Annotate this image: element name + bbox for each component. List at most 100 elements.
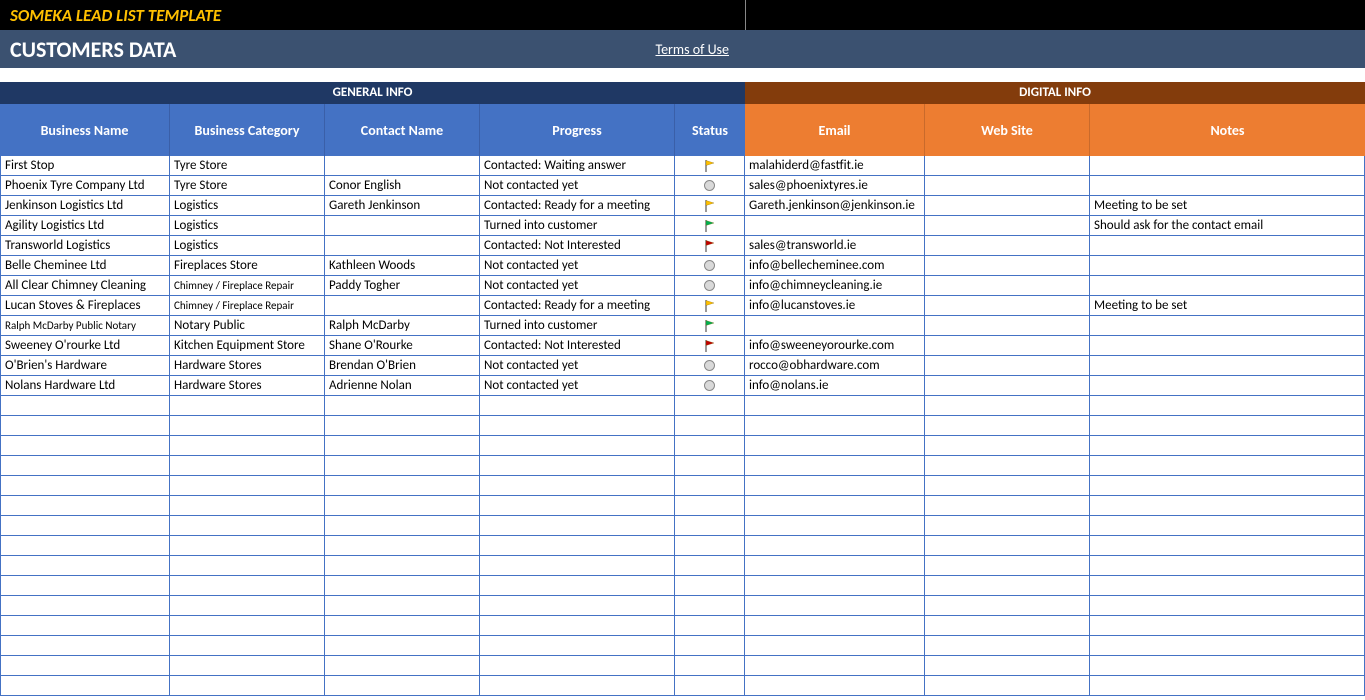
cell-business-name[interactable]: All Clear Chimney Cleaning bbox=[0, 276, 170, 296]
cell-business-name[interactable] bbox=[0, 536, 170, 556]
header-status[interactable]: Status bbox=[675, 104, 745, 156]
cell-progress[interactable] bbox=[480, 416, 675, 436]
cell-email[interactable] bbox=[745, 416, 925, 436]
cell-status[interactable] bbox=[675, 316, 745, 336]
cell-website[interactable] bbox=[925, 576, 1090, 596]
cell-contact-name[interactable]: Gareth Jenkinson bbox=[325, 196, 480, 216]
cell-website[interactable] bbox=[925, 456, 1090, 476]
cell-contact-name[interactable]: Conor English bbox=[325, 176, 480, 196]
cell-website[interactable] bbox=[925, 216, 1090, 236]
cell-status[interactable] bbox=[675, 516, 745, 536]
cell-email[interactable]: rocco@obhardware.com bbox=[745, 356, 925, 376]
cell-business-name[interactable] bbox=[0, 416, 170, 436]
cell-progress[interactable]: Contacted: Ready for a meeting bbox=[480, 296, 675, 316]
cell-notes[interactable] bbox=[1090, 376, 1365, 396]
cell-status[interactable] bbox=[675, 156, 745, 176]
cell-notes[interactable] bbox=[1090, 156, 1365, 176]
cell-contact-name[interactable] bbox=[325, 476, 480, 496]
cell-status[interactable] bbox=[675, 256, 745, 276]
cell-status[interactable] bbox=[675, 616, 745, 636]
cell-progress[interactable]: Not contacted yet bbox=[480, 176, 675, 196]
cell-notes[interactable] bbox=[1090, 496, 1365, 516]
cell-business-name[interactable]: Nolans Hardware Ltd bbox=[0, 376, 170, 396]
table-row[interactable]: Transworld LogisticsLogisticsContacted: … bbox=[0, 236, 1365, 256]
table-row[interactable]: Lucan Stoves & FireplacesChimney / Firep… bbox=[0, 296, 1365, 316]
cell-email[interactable]: info@chimneycleaning.ie bbox=[745, 276, 925, 296]
cell-email[interactable] bbox=[745, 636, 925, 656]
cell-website[interactable] bbox=[925, 376, 1090, 396]
cell-website[interactable] bbox=[925, 596, 1090, 616]
cell-status[interactable] bbox=[675, 376, 745, 396]
cell-business-category[interactable] bbox=[170, 536, 325, 556]
table-row[interactable]: First StopTyre StoreContacted: Waiting a… bbox=[0, 156, 1365, 176]
cell-email[interactable] bbox=[745, 516, 925, 536]
cell-progress[interactable] bbox=[480, 456, 675, 476]
cell-business-category[interactable] bbox=[170, 396, 325, 416]
cell-business-category[interactable] bbox=[170, 596, 325, 616]
cell-business-name[interactable]: Transworld Logistics bbox=[0, 236, 170, 256]
cell-notes[interactable] bbox=[1090, 316, 1365, 336]
cell-contact-name[interactable] bbox=[325, 536, 480, 556]
cell-status[interactable] bbox=[675, 496, 745, 516]
cell-business-name[interactable]: Agility Logistics Ltd bbox=[0, 216, 170, 236]
cell-progress[interactable] bbox=[480, 676, 675, 696]
cell-status[interactable] bbox=[675, 476, 745, 496]
cell-email[interactable]: sales@transworld.ie bbox=[745, 236, 925, 256]
cell-website[interactable] bbox=[925, 276, 1090, 296]
cell-business-category[interactable] bbox=[170, 416, 325, 436]
cell-business-category[interactable]: Tyre Store bbox=[170, 156, 325, 176]
cell-notes[interactable] bbox=[1090, 516, 1365, 536]
table-row[interactable] bbox=[0, 676, 1365, 696]
cell-email[interactable] bbox=[745, 396, 925, 416]
cell-business-name[interactable]: First Stop bbox=[0, 156, 170, 176]
table-row[interactable]: Belle Cheminee LtdFireplaces StoreKathle… bbox=[0, 256, 1365, 276]
header-website[interactable]: Web Site bbox=[925, 104, 1090, 156]
cell-notes[interactable] bbox=[1090, 556, 1365, 576]
cell-email[interactable]: info@nolans.ie bbox=[745, 376, 925, 396]
table-row[interactable]: Sweeney O'rourke LtdKitchen Equipment St… bbox=[0, 336, 1365, 356]
cell-status[interactable] bbox=[675, 596, 745, 616]
table-row[interactable] bbox=[0, 616, 1365, 636]
cell-notes[interactable]: Should ask for the contact email bbox=[1090, 216, 1365, 236]
terms-of-use-link[interactable]: Terms of Use bbox=[656, 41, 730, 58]
cell-website[interactable] bbox=[925, 516, 1090, 536]
cell-notes[interactable] bbox=[1090, 256, 1365, 276]
cell-progress[interactable]: Contacted: Not Interested bbox=[480, 336, 675, 356]
cell-progress[interactable] bbox=[480, 616, 675, 636]
table-row[interactable]: Agility Logistics LtdLogisticsTurned int… bbox=[0, 216, 1365, 236]
cell-website[interactable] bbox=[925, 636, 1090, 656]
cell-contact-name[interactable] bbox=[325, 156, 480, 176]
cell-status[interactable] bbox=[675, 356, 745, 376]
cell-notes[interactable]: Meeting to be set bbox=[1090, 196, 1365, 216]
table-row[interactable] bbox=[0, 456, 1365, 476]
cell-website[interactable] bbox=[925, 296, 1090, 316]
cell-email[interactable]: malahiderd@fastfit.ie bbox=[745, 156, 925, 176]
table-row[interactable] bbox=[0, 576, 1365, 596]
cell-progress[interactable] bbox=[480, 656, 675, 676]
cell-business-category[interactable] bbox=[170, 516, 325, 536]
cell-progress[interactable] bbox=[480, 436, 675, 456]
cell-business-category[interactable]: Logistics bbox=[170, 196, 325, 216]
cell-notes[interactable] bbox=[1090, 616, 1365, 636]
cell-website[interactable] bbox=[925, 336, 1090, 356]
cell-website[interactable] bbox=[925, 176, 1090, 196]
cell-notes[interactable] bbox=[1090, 536, 1365, 556]
cell-business-name[interactable]: Lucan Stoves & Fireplaces bbox=[0, 296, 170, 316]
cell-notes[interactable]: Meeting to be set bbox=[1090, 296, 1365, 316]
cell-contact-name[interactable] bbox=[325, 676, 480, 696]
cell-email[interactable] bbox=[745, 576, 925, 596]
cell-business-name[interactable] bbox=[0, 616, 170, 636]
table-row[interactable] bbox=[0, 436, 1365, 456]
cell-progress[interactable] bbox=[480, 556, 675, 576]
cell-contact-name[interactable]: Brendan O'Brien bbox=[325, 356, 480, 376]
cell-business-category[interactable]: Logistics bbox=[170, 236, 325, 256]
table-row[interactable] bbox=[0, 536, 1365, 556]
cell-status[interactable] bbox=[675, 416, 745, 436]
cell-business-category[interactable]: Fireplaces Store bbox=[170, 256, 325, 276]
cell-progress[interactable] bbox=[480, 396, 675, 416]
cell-business-name[interactable]: Sweeney O'rourke Ltd bbox=[0, 336, 170, 356]
header-notes[interactable]: Notes bbox=[1090, 104, 1365, 156]
table-row[interactable] bbox=[0, 396, 1365, 416]
cell-business-category[interactable] bbox=[170, 476, 325, 496]
cell-business-category[interactable] bbox=[170, 576, 325, 596]
